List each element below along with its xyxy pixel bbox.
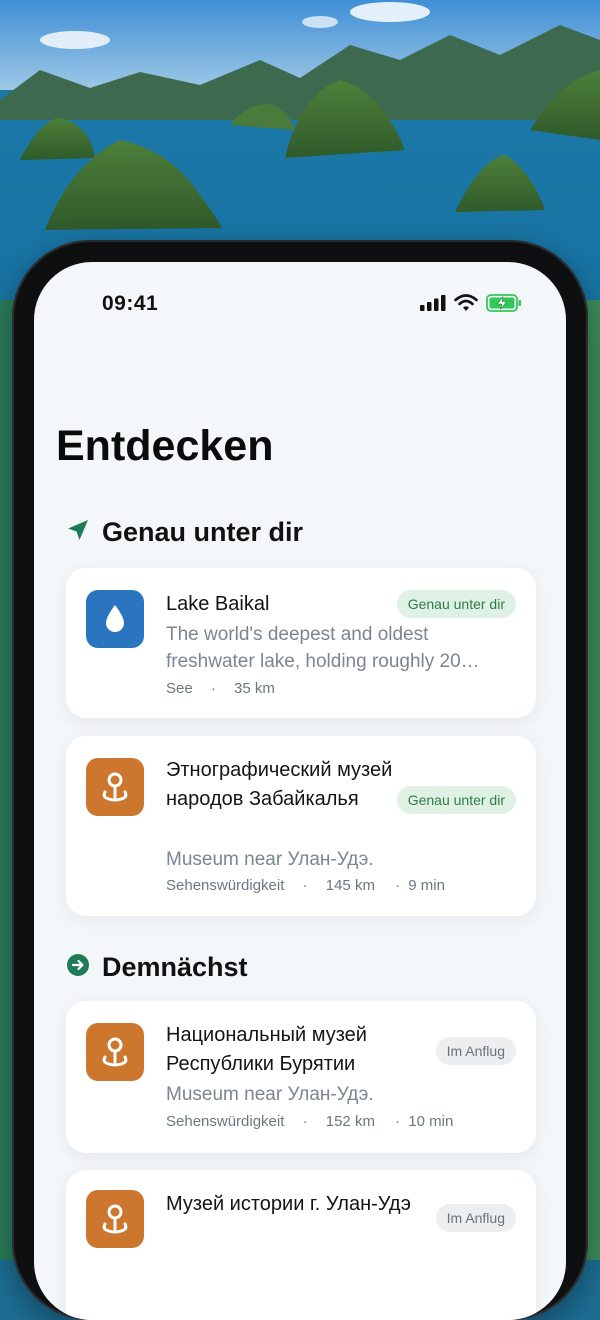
card-title: Музей истории г. Улан-Удэ: [166, 1193, 412, 1215]
place-card-national-museum[interactable]: Национальный музей Республики Бурятии Im…: [66, 1001, 536, 1153]
cellular-signal-icon: [420, 295, 446, 316]
section-header-demnaechst: Demnächst: [66, 952, 248, 983]
card-description: Museum near Улан-Удэ.: [166, 1084, 374, 1105]
place-card-history-museum[interactable]: Музей истории г. Улан-Удэ Im Anflug: [66, 1170, 536, 1320]
meta-separator: ·: [302, 1113, 308, 1130]
section-title: Genau unter dir: [102, 517, 304, 547]
location-arrow-icon: [66, 518, 90, 547]
status-bar: 09:41: [34, 262, 566, 342]
card-title: Национальный музей Республики Бурятии: [166, 1024, 367, 1075]
card-category: Sehenswürdigkeit: [166, 1113, 285, 1130]
card-category: Sehenswürdigkeit: [166, 877, 285, 894]
card-meta: Sehenswürdigkeit · 152 km · 10 min: [166, 1113, 453, 1130]
place-card-ethnographic-museum[interactable]: Этнографический музей народов Забайкалья…: [66, 736, 536, 916]
page-title: Entdecken: [56, 422, 274, 470]
status-badge: Genau unter dir: [396, 786, 516, 814]
map-pin-icon: [86, 1190, 144, 1248]
phone-frame: 09:41 Entdecken Genau unter dir Lake Bai…: [12, 240, 588, 1320]
map-pin-icon: [86, 1023, 144, 1081]
status-time: 09:41: [102, 292, 159, 315]
card-time: 9 min: [408, 877, 445, 894]
card-distance: 35 km: [234, 680, 275, 697]
arrow-right-circle-icon: [66, 953, 90, 982]
app-screen: 09:41 Entdecken Genau unter dir Lake Bai…: [34, 262, 566, 1320]
status-badge: Im Anflug: [435, 1037, 516, 1065]
battery-charging-icon: [486, 294, 522, 317]
card-meta: See · 35 km: [166, 680, 275, 697]
card-description: Museum near Улан-Удэ.: [166, 849, 374, 870]
card-description: The world's deepest and oldest freshwate…: [166, 624, 480, 672]
meta-separator: ·: [210, 680, 216, 697]
card-title: Lake Baikal: [166, 593, 270, 615]
section-title: Demnächst: [102, 952, 248, 982]
status-icons: [420, 294, 522, 317]
place-card-lake-baikal[interactable]: Lake Baikal Genau unter dir The world's …: [66, 568, 536, 718]
meta-separator: ·: [395, 1113, 401, 1130]
card-category: See: [166, 680, 193, 697]
wifi-icon: [454, 294, 478, 317]
meta-separator: ·: [302, 877, 308, 894]
card-distance: 152 km: [325, 1113, 375, 1130]
meta-separator: ·: [395, 877, 401, 894]
status-badge: Genau unter dir: [396, 590, 516, 618]
card-time: 10 min: [408, 1113, 454, 1130]
status-badge: Im Anflug: [435, 1204, 516, 1232]
map-pin-icon: [86, 758, 144, 816]
card-meta: Sehenswürdigkeit · 145 km · 9 min: [166, 877, 445, 894]
section-header-genau-unter-dir: Genau unter dir: [66, 517, 303, 548]
water-drop-icon: [86, 590, 144, 648]
card-title: Этнографический музей народов Забайкалья: [166, 759, 393, 810]
card-distance: 145 km: [325, 877, 375, 894]
